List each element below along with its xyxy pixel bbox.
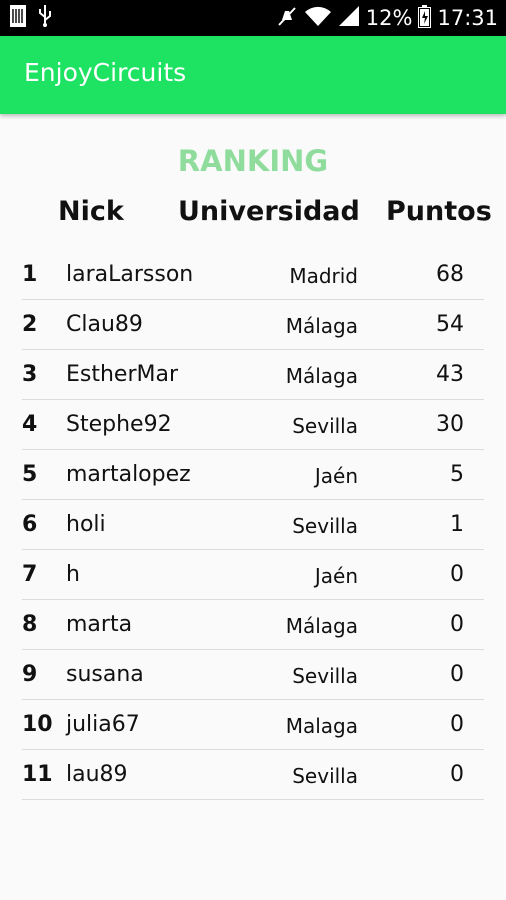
rank-cell: 1 (22, 262, 38, 287)
table-row: 4 Stephe92 Sevilla 30 (0, 400, 506, 450)
university-cell: Malaga (285, 714, 358, 738)
rank-cell: 8 (22, 612, 38, 637)
column-header-nick: Nick (58, 196, 124, 227)
clock: 17:31 (437, 6, 498, 30)
signal-icon (338, 5, 360, 31)
university-cell: Sevilla (292, 514, 358, 538)
table-row: 1 laraLarsson Madrid 68 (0, 250, 506, 300)
points-cell: 5 (450, 462, 464, 487)
nick-cell: martalopez (66, 462, 191, 487)
wifi-icon (304, 5, 332, 31)
nick-cell: marta (66, 612, 133, 637)
table-row: 7 h Jaén 0 (0, 550, 506, 600)
nick-cell: Clau89 (66, 312, 143, 337)
university-cell: Málaga (285, 364, 358, 388)
battery-percent: 12% (365, 6, 413, 30)
rank-cell: 5 (22, 462, 38, 487)
points-cell: 1 (450, 512, 464, 537)
battery-icon (418, 4, 432, 32)
sim-icon (10, 5, 26, 31)
mute-icon (276, 5, 298, 31)
table-row: 9 susana Sevilla 0 (0, 650, 506, 700)
university-cell: Madrid (289, 264, 358, 288)
university-cell: Málaga (285, 614, 358, 638)
university-cell: Sevilla (292, 414, 358, 438)
university-cell: Sevilla (292, 764, 358, 788)
usb-icon (38, 5, 52, 31)
table-row: 11 lau89 Sevilla 0 (0, 750, 506, 800)
points-cell: 30 (436, 412, 464, 437)
column-header-university: Universidad (178, 196, 360, 227)
app-bar: EnjoyCircuits (0, 36, 506, 114)
app-title: EnjoyCircuits (24, 58, 187, 87)
university-cell: Málaga (285, 314, 358, 338)
nick-cell: EstherMar (66, 362, 179, 387)
nick-cell: lau89 (66, 762, 128, 787)
rank-cell: 3 (22, 362, 38, 387)
table-row: 10 julia67 Malaga 0 (0, 700, 506, 750)
rank-cell: 4 (22, 412, 38, 437)
rank-cell: 9 (22, 662, 38, 687)
row-divider (22, 799, 484, 800)
nick-cell: holi (66, 512, 106, 537)
rank-cell: 11 (22, 762, 53, 787)
university-cell: Sevilla (292, 664, 358, 688)
column-header-points: Puntos (386, 196, 492, 227)
points-cell: 0 (450, 712, 464, 737)
nick-cell: h (66, 562, 80, 587)
nick-cell: susana (66, 662, 144, 687)
table-row: 5 martalopez Jaén 5 (0, 450, 506, 500)
nick-cell: julia67 (66, 712, 140, 737)
nick-cell: Stephe92 (66, 412, 172, 437)
table-row: 8 marta Málaga 0 (0, 600, 506, 650)
points-cell: 43 (436, 362, 464, 387)
university-cell: Jaén (314, 464, 358, 488)
university-cell: Jaén (314, 564, 358, 588)
nick-cell: laraLarsson (66, 262, 194, 287)
rank-cell: 7 (22, 562, 38, 587)
points-cell: 0 (450, 612, 464, 637)
points-cell: 68 (436, 262, 464, 287)
ranking-list: 1 laraLarsson Madrid 68 2 Clau89 Málaga 54 3 Esth… (0, 250, 506, 800)
ranking-heading: RANKING (177, 144, 329, 178)
points-cell: 0 (450, 662, 464, 687)
table-row: 3 EstherMar Málaga 43 (0, 350, 506, 400)
rank-cell: 2 (22, 312, 38, 337)
points-cell: 0 (450, 762, 464, 787)
table-row: 2 Clau89 Málaga 54 (0, 300, 506, 350)
points-cell: 54 (436, 312, 464, 337)
rank-cell: 10 (22, 712, 53, 737)
rank-cell: 6 (22, 512, 38, 537)
table-row: 6 holi Sevilla 1 (0, 500, 506, 550)
status-bar: 12% 17:31 (0, 0, 506, 36)
points-cell: 0 (450, 562, 464, 587)
